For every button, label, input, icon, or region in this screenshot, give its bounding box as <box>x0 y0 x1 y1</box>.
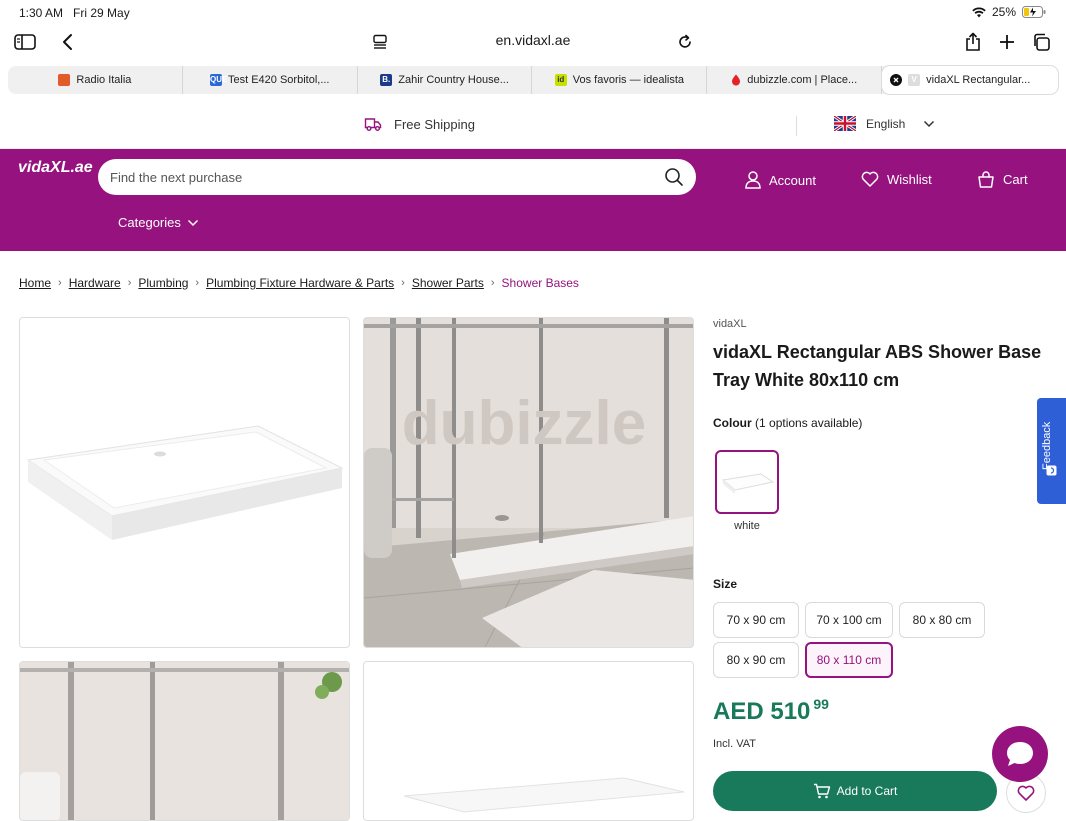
cart-link[interactable]: Cart <box>977 171 1028 188</box>
uk-flag-icon <box>834 116 856 131</box>
tab-idealista[interactable]: id Vos favoris — idealista <box>532 66 708 94</box>
free-shipping: Free Shipping <box>364 116 475 132</box>
chat-bubble-icon <box>1005 740 1035 768</box>
site-header: vidaXL.ae Account Wishlist Cart Categori… <box>0 149 1066 251</box>
product-image-3[interactable] <box>19 661 350 821</box>
size-option-80x110[interactable]: 80 x 110 cm <box>805 642 893 678</box>
back-icon[interactable] <box>52 27 82 57</box>
size-option-70x100[interactable]: 70 x 100 cm <box>805 602 893 638</box>
dubizzle-favicon-icon <box>731 74 741 86</box>
vidaxl-logo[interactable]: vidaXL.ae <box>18 159 93 177</box>
user-icon <box>745 171 761 189</box>
wishlist-link[interactable]: Wishlist <box>861 171 932 187</box>
chevron-right-icon: › <box>127 277 132 289</box>
product-image-2[interactable]: dubizzle <box>363 317 694 648</box>
search-bar[interactable] <box>98 159 696 195</box>
tab-overview-icon[interactable] <box>1026 27 1056 57</box>
wifi-icon <box>972 7 986 18</box>
breadcrumb-current: Shower Bases <box>501 276 579 290</box>
add-to-cart-button[interactable]: Add to Cart <box>713 771 997 811</box>
divider <box>796 116 797 136</box>
search-input[interactable] <box>110 159 650 195</box>
address-bar[interactable]: en.vidaxl.ae <box>440 32 626 52</box>
breadcrumb-plumbing[interactable]: Plumbing <box>138 276 188 290</box>
colour-label: Colour (1 options available) <box>713 416 863 430</box>
tab-vidaxl[interactable]: V vidaXL Rectangular... <box>882 66 1058 94</box>
breadcrumb: Home › Hardware › Plumbing › Plumbing Fi… <box>19 276 579 290</box>
size-option-70x90[interactable]: 70 x 90 cm <box>713 602 799 638</box>
status-bar: 1:30 AM Fri 29 May 25% <box>0 0 1066 26</box>
vidaxl-favicon-icon: V <box>908 74 921 86</box>
breadcrumb-home[interactable]: Home <box>19 276 51 290</box>
product-price: AED 510 99 <box>713 696 829 725</box>
tab-zahir-country-house[interactable]: B. Zahir Country House... <box>358 66 533 94</box>
size-label: Size <box>713 577 738 591</box>
size-option-80x90[interactable]: 80 x 90 cm <box>713 642 799 678</box>
status-time: 1:30 AM Fri 29 May <box>19 6 130 20</box>
breadcrumb-shower-parts[interactable]: Shower Parts <box>412 276 484 290</box>
radio-italia-favicon-icon <box>58 74 71 86</box>
vat-note: Incl. VAT <box>713 738 756 750</box>
que-favicon-icon: QUE <box>209 74 228 86</box>
dubizzle-watermark: dubizzle <box>402 389 647 458</box>
booking-favicon-icon: B. <box>380 74 393 86</box>
new-tab-icon[interactable] <box>992 27 1022 57</box>
truck-icon <box>364 116 382 132</box>
product-brand[interactable]: vidaXL <box>713 318 747 330</box>
reader-view-icon[interactable] <box>365 27 395 57</box>
categories-menu[interactable]: Categories <box>118 215 199 230</box>
close-tab-icon[interactable] <box>890 74 903 86</box>
feedback-icon <box>1046 465 1057 476</box>
colour-swatch-white[interactable] <box>715 450 779 514</box>
product-image-1[interactable] <box>19 317 350 648</box>
shipping-bar: Free Shipping English <box>0 104 1066 149</box>
chat-button[interactable] <box>992 726 1048 782</box>
colour-swatch-label: white <box>734 520 760 532</box>
idealista-favicon-icon: id <box>554 74 567 86</box>
tab-dubizzle[interactable]: dubizzle.com | Place... <box>707 66 883 94</box>
chevron-right-icon: › <box>490 277 495 289</box>
battery-percent: 25% <box>991 5 1016 19</box>
chevron-right-icon: › <box>401 277 405 289</box>
account-link[interactable]: Account <box>745 171 816 189</box>
chevron-down-icon <box>923 120 935 128</box>
status-right: 25% <box>972 5 1046 19</box>
battery-charging-icon <box>1022 6 1046 18</box>
heart-icon <box>1017 785 1035 801</box>
breadcrumb-plumbing-fixture[interactable]: Plumbing Fixture Hardware & Parts <box>206 276 394 290</box>
cart-icon <box>813 783 831 799</box>
tab-strip: Radio Italia QUE Test E420 Sorbitol,... … <box>8 66 1058 94</box>
tab-radio-italia[interactable]: Radio Italia <box>8 66 183 94</box>
language-selector[interactable]: English <box>834 116 935 131</box>
chevron-right-icon: › <box>58 277 62 289</box>
share-icon[interactable] <box>958 27 988 57</box>
chevron-right-icon: › <box>195 277 200 289</box>
product-image-4[interactable] <box>363 661 694 821</box>
sidebar-toggle-icon[interactable] <box>10 27 40 57</box>
feedback-tab[interactable]: Feedback <box>1037 398 1066 504</box>
chevron-down-icon <box>187 219 199 227</box>
breadcrumb-hardware[interactable]: Hardware <box>69 276 121 290</box>
search-icon[interactable] <box>664 167 684 187</box>
reload-icon[interactable] <box>670 27 700 57</box>
heart-icon <box>861 171 879 187</box>
size-option-80x80[interactable]: 80 x 80 cm <box>899 602 985 638</box>
tab-test-e420[interactable]: QUE Test E420 Sorbitol,... <box>183 66 358 94</box>
product-title: vidaXL Rectangular ABS Shower Base Tray … <box>713 342 1042 390</box>
bag-icon <box>977 171 995 188</box>
